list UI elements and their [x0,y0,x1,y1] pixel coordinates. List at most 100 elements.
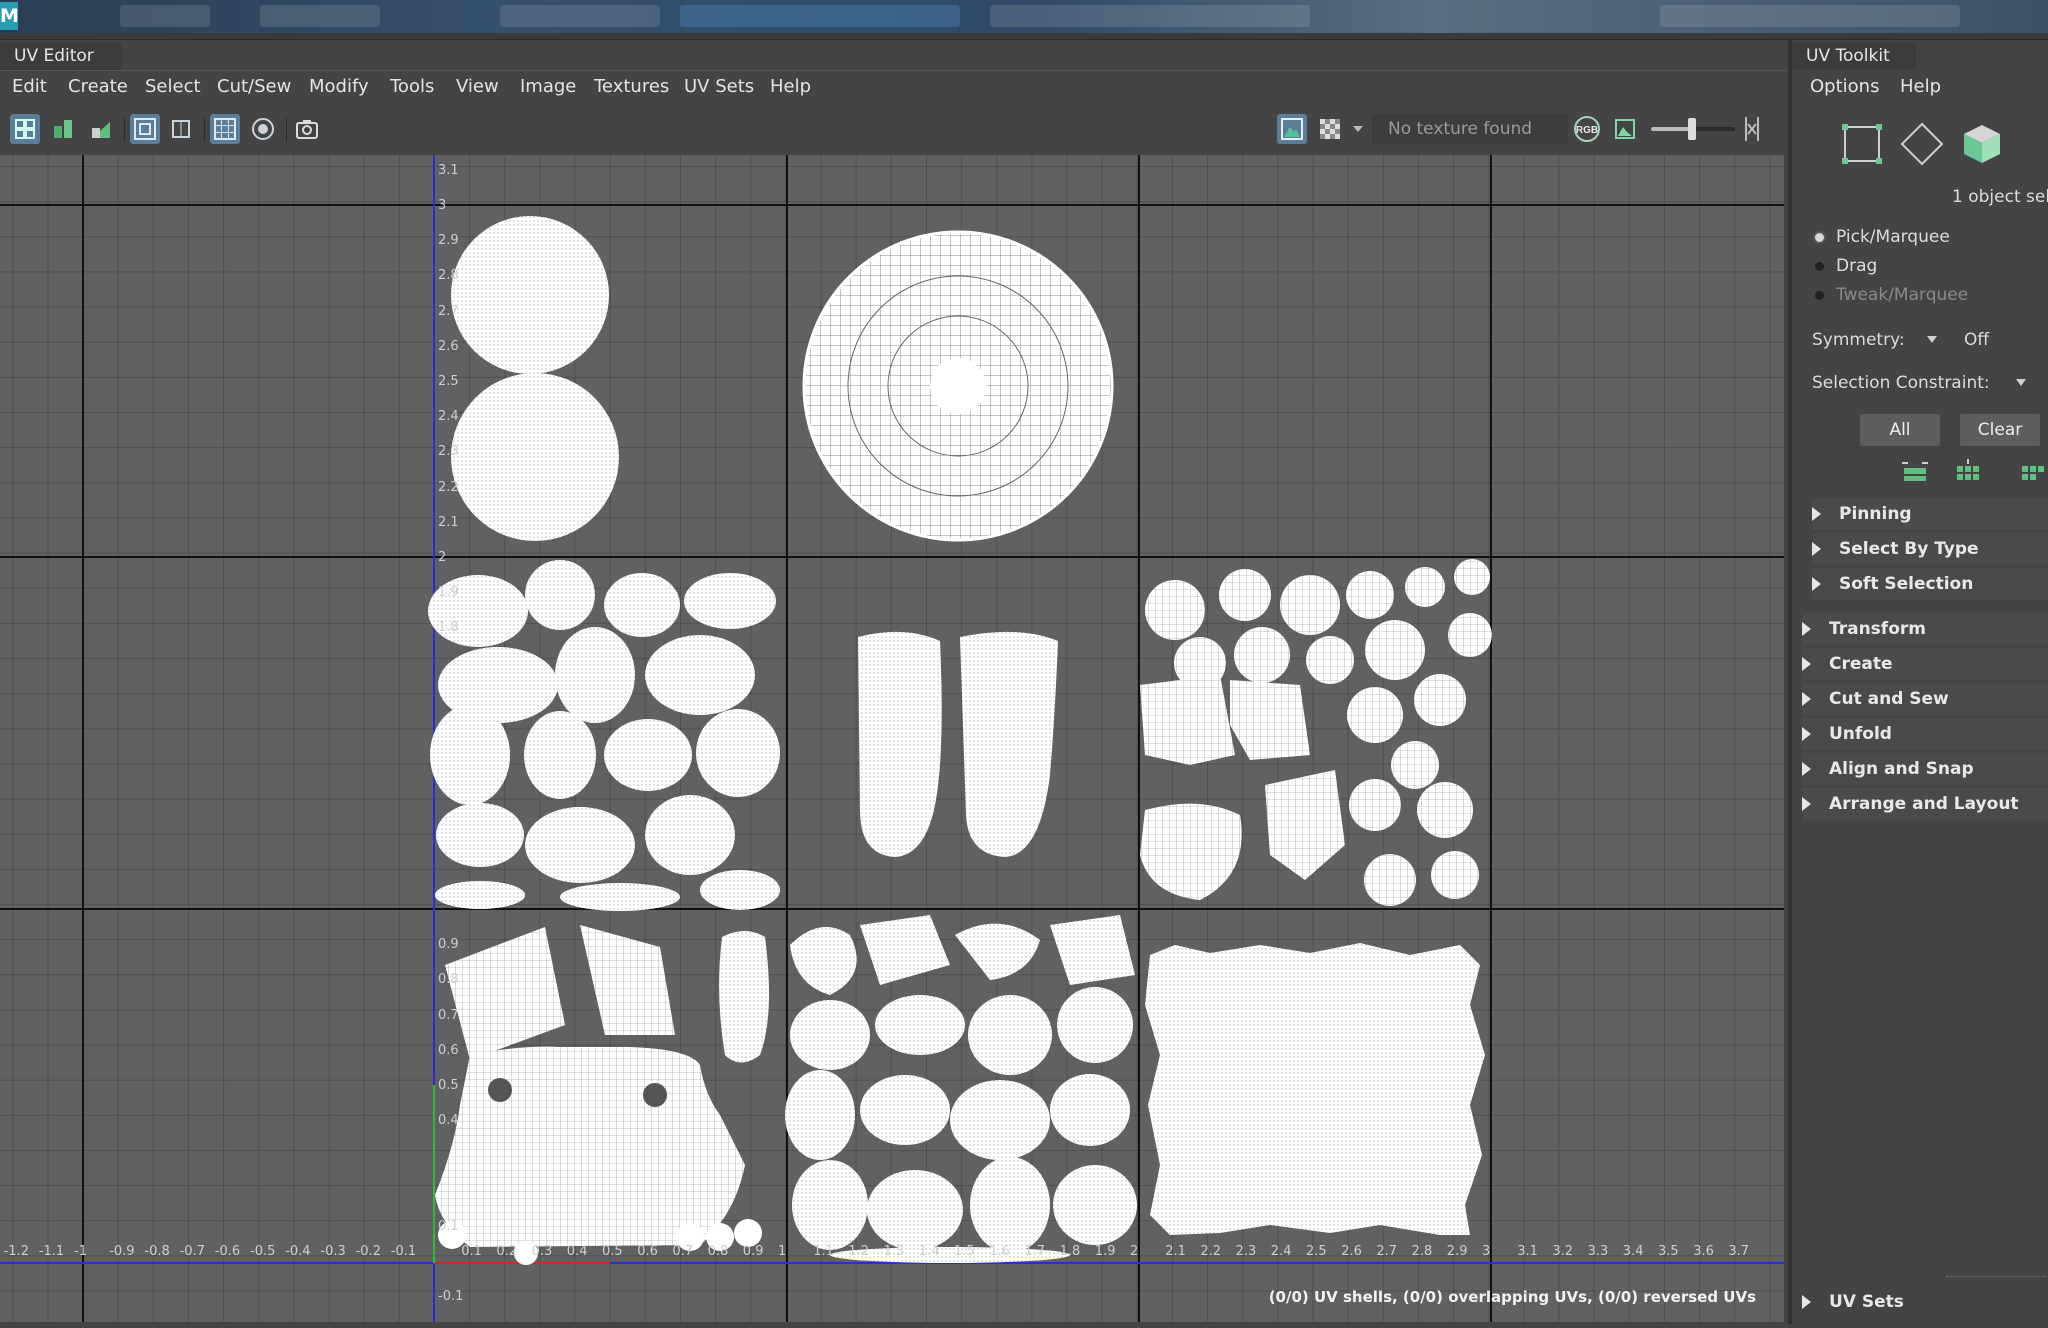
frame-icon [172,120,190,138]
section-align-and-snap[interactable]: Align and Snap [1802,753,2048,785]
section-label: Unfold [1829,724,1892,744]
exposure-image-button[interactable] [1610,114,1640,144]
section-create[interactable]: Create [1802,648,2048,680]
uv-shell-component-button[interactable] [1900,122,1944,170]
uv-shell-mode-button[interactable] [10,114,40,144]
select-border-button[interactable] [2018,458,2048,488]
rgb-channels-button[interactable]: RGB [1572,114,1602,144]
checker-options-dropdown[interactable] [1349,114,1367,144]
uv-shell-foot-left[interactable] [858,631,942,857]
shrink-selection-button[interactable] [1953,458,1983,488]
section-label: Create [1829,654,1893,674]
uv-shell-torso[interactable] [1145,943,1485,1235]
uv-toolkit-title-tab[interactable]: UV Toolkit [1792,42,1916,70]
pixel-snap-button[interactable] [248,114,278,144]
v-tick-label: 2.5 [438,374,459,389]
menu-tools[interactable]: Tools [390,71,434,102]
panel-resize-grip[interactable] [1946,1276,2046,1279]
u-tick-label: -0.7 [179,1244,205,1259]
menu-edit[interactable]: Edit [12,71,47,102]
u-tick-label: 3.6 [1693,1244,1714,1259]
section-unfold[interactable]: Unfold [1802,718,2048,750]
uv-shell-cluster-right[interactable] [1140,559,1492,906]
u-tick-label: 1.3 [883,1244,905,1259]
toolkit-menu-options[interactable]: Options [1810,72,1879,102]
v-tick-label: 2.4 [438,409,459,425]
grow-arrows-icon [1902,462,1928,481]
section-select-by-type[interactable]: Select By Type [1812,533,2048,565]
isolate-select-button[interactable] [130,114,160,144]
mode-pick-marquee[interactable]: Pick/Marquee [1815,227,1950,247]
uv-shell-tongue[interactable] [719,931,769,1063]
marquee-square-icon [1842,124,1882,164]
mode-tweak-marquee: Tweak/Marquee [1815,285,1968,305]
u-tick-label: 0.4 [566,1244,588,1259]
exposure-slider-handle[interactable] [1688,118,1696,140]
expand-triangle-icon [1802,657,1811,671]
section-label: Select By Type [1839,539,1979,559]
section-cut-and-sew[interactable]: Cut and Sew [1802,683,2048,715]
v-tick-label: 0.6 [438,1042,459,1058]
section-pinning[interactable]: Pinning [1812,498,2048,530]
menu-image[interactable]: Image [520,71,576,102]
uv-shell-eye-top[interactable] [451,216,609,374]
menu-view[interactable]: View [456,71,499,102]
u-tick-label: 0.6 [637,1244,658,1259]
menu-create[interactable]: Create [68,71,128,102]
section-transform[interactable]: Transform [1802,613,2048,645]
grow-selection-button[interactable] [1900,458,1930,488]
menu-uv-sets[interactable]: UV Sets [684,71,754,102]
symmetry-dropdown-chevron-icon[interactable] [1925,334,1939,346]
select-all-button[interactable]: All [1860,414,1940,446]
uv-shell-radial-disc[interactable] [802,230,1114,542]
uv-viewport[interactable]: -1.3-1.2-1.1-1-0.9-0.8-0.7-0.6-0.5-0.4-0… [0,155,1784,1322]
selection-constraint-label: Selection Constraint: [1812,373,1990,393]
uv-distort-button[interactable] [48,114,78,144]
uv-shell-face[interactable] [435,1046,762,1265]
section-uv-sets[interactable]: UV Sets [1802,1286,2048,1318]
u-tick-label: 1.1 [813,1244,834,1259]
checker-tiles-button[interactable] [1315,114,1345,144]
grid-toggle-button[interactable] [210,114,240,144]
display-image-button[interactable] [1277,114,1307,144]
panel-collapse-button[interactable] [1740,114,1764,144]
symmetry-value[interactable]: Off [1964,330,1989,350]
menu-cut-sew[interactable]: Cut/Sew [217,71,291,102]
constraint-dropdown-chevron-icon[interactable] [2014,377,2028,389]
u-tick-label: -1.2 [3,1244,29,1259]
uv-shell-cluster-left[interactable] [428,560,780,911]
u-tick-label: -0.3 [320,1244,346,1259]
menu-modify[interactable]: Modify [309,71,369,102]
uv-shell-cap-left[interactable] [445,927,565,1060]
u-tick-label: 1.7 [1024,1244,1046,1259]
uv-shell-eye-bottom[interactable] [451,373,619,541]
u-tick-label: 2.8 [1411,1244,1433,1259]
orientation-shader-icon [92,122,110,138]
menu-help[interactable]: Help [770,71,811,102]
object-mode-button[interactable] [1960,122,2004,170]
section-soft-selection[interactable]: Soft Selection [1812,568,2048,600]
menu-select[interactable]: Select [145,71,201,102]
u-tick-label: 1.5 [954,1244,975,1259]
v-tick-label: 0.7 [438,1007,459,1023]
toolkit-menu-help[interactable]: Help [1900,72,1941,102]
texture-name-field[interactable]: No texture found [1372,114,1568,144]
mode-drag[interactable]: Drag [1815,256,1877,276]
snapshot-button[interactable] [292,114,322,144]
uv-component-button[interactable] [1840,122,1884,170]
u-tick-label: 2.2 [1200,1244,1222,1259]
uv-orientation-button[interactable] [86,114,116,144]
uv-shell-cluster-bottom[interactable] [785,915,1137,1263]
menu-textures[interactable]: Textures [594,71,669,102]
uv-shell-foot-right[interactable] [960,631,1058,857]
u-tick-label: 1.9 [1094,1244,1116,1259]
v-tick-label: -0.1 [438,1289,464,1305]
u-tick-label: -0.1 [390,1244,417,1259]
shell-grid-icon [15,119,35,139]
u-tick-label: -1 [74,1244,87,1259]
section-arrange-and-layout[interactable]: Arrange and Layout [1802,788,2048,820]
uv-shell-cap-right[interactable] [580,925,675,1035]
clear-selection-button[interactable]: Clear [1960,414,2040,446]
frame-selection-button[interactable] [166,114,196,144]
uv-editor-title-tab[interactable]: UV Editor [0,42,122,70]
